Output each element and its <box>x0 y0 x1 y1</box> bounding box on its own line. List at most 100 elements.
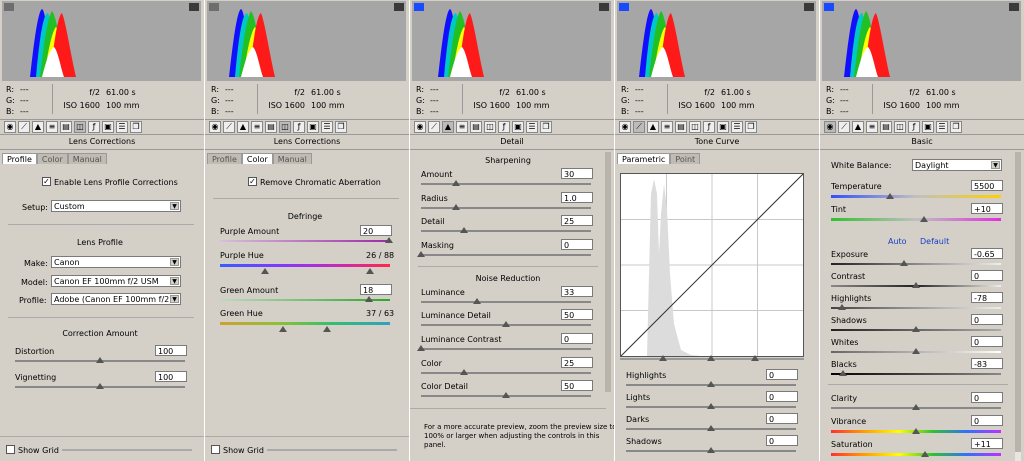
fx-icon[interactable]: ƒ <box>703 121 715 133</box>
slider-thumb[interactable] <box>460 369 468 375</box>
detail-icon[interactable]: ▲ <box>647 121 659 133</box>
camera-icon[interactable]: ◉ <box>824 121 836 133</box>
amount-slider[interactable] <box>421 183 591 185</box>
saturation-input[interactable]: +11 <box>971 438 1003 449</box>
luminance-input[interactable]: 33 <box>561 286 593 297</box>
grid-size-slider[interactable] <box>267 449 397 451</box>
purple-amount-slider[interactable] <box>220 240 390 242</box>
presets-icon[interactable]: ☰ <box>321 121 333 133</box>
tint-slider[interactable] <box>831 218 1001 221</box>
fx-icon[interactable]: ƒ <box>293 121 305 133</box>
tab-point[interactable]: Point <box>670 153 701 164</box>
color-slider[interactable] <box>421 372 591 374</box>
slider-thumb[interactable] <box>323 326 331 332</box>
split-toning-icon[interactable]: ▤ <box>470 121 482 133</box>
show-grid-checkbox[interactable] <box>6 445 15 454</box>
tone-curve-icon[interactable]: ⟋ <box>18 121 30 133</box>
shadows-input[interactable]: 0 <box>971 314 1003 325</box>
detail-icon[interactable]: ▲ <box>852 121 864 133</box>
clarity-input[interactable]: 0 <box>971 392 1003 403</box>
slider-thumb[interactable] <box>751 355 759 361</box>
hsl-icon[interactable]: ≡ <box>866 121 878 133</box>
whites-input[interactable]: 0 <box>971 336 1003 347</box>
split-toning-icon[interactable]: ▤ <box>60 121 72 133</box>
darks-input[interactable]: 0 <box>766 413 798 424</box>
slider-thumb[interactable] <box>912 282 920 288</box>
slider-thumb[interactable] <box>707 447 715 453</box>
slider-thumb[interactable] <box>502 321 510 327</box>
tab-manual[interactable]: Manual <box>272 153 312 164</box>
slider-thumb[interactable] <box>417 345 425 351</box>
amount-input[interactable]: 30 <box>561 168 593 179</box>
highlight-clipping-icon[interactable] <box>1009 3 1019 11</box>
luminance-slider[interactable] <box>421 301 591 303</box>
split-toning-icon[interactable]: ▤ <box>880 121 892 133</box>
hsl-icon[interactable]: ≡ <box>456 121 468 133</box>
shadow-clipping-icon[interactable] <box>619 3 629 11</box>
slider-thumb[interactable] <box>96 383 104 389</box>
model-select[interactable]: Canon EF 100mm f/2 USM ▼ <box>51 275 181 287</box>
slider-thumb[interactable] <box>707 381 715 387</box>
tab-profile[interactable]: Profile <box>2 153 37 164</box>
purple-hue-slider[interactable] <box>220 264 390 267</box>
masking-input[interactable]: 0 <box>561 239 593 250</box>
default-link[interactable]: Default <box>920 237 949 246</box>
tab-manual[interactable]: Manual <box>67 153 107 164</box>
fx-icon[interactable]: ƒ <box>908 121 920 133</box>
make-select[interactable]: Canon ▼ <box>51 256 181 268</box>
hsl-icon[interactable]: ≡ <box>251 121 263 133</box>
masking-slider[interactable] <box>421 254 591 256</box>
luminance-contrast-input[interactable]: 0 <box>561 333 593 344</box>
detail-icon[interactable]: ▲ <box>442 121 454 133</box>
color-detail-input[interactable]: 50 <box>561 380 593 391</box>
slider-thumb[interactable] <box>707 355 715 361</box>
highlights-slider[interactable] <box>831 307 1001 309</box>
camera-icon[interactable]: ◉ <box>4 121 16 133</box>
split-toning-icon[interactable]: ▤ <box>675 121 687 133</box>
grid-size-slider[interactable] <box>62 449 192 451</box>
tone-curve-icon[interactable]: ⟋ <box>633 121 645 133</box>
snapshots-icon[interactable]: ❐ <box>950 121 962 133</box>
tab-profile[interactable]: Profile <box>207 153 242 164</box>
luminance-detail-input[interactable]: 50 <box>561 309 593 320</box>
detail-icon[interactable]: ▲ <box>32 121 44 133</box>
tab-color[interactable]: Color <box>36 153 68 164</box>
slider-thumb[interactable] <box>707 403 715 409</box>
highlight-clipping-icon[interactable] <box>189 3 199 11</box>
shadows-input[interactable]: 0 <box>766 435 798 446</box>
presets-icon[interactable]: ☰ <box>526 121 538 133</box>
distortion-input[interactable]: 100 <box>155 345 187 356</box>
slider-thumb[interactable] <box>460 227 468 233</box>
camera-calibration-icon[interactable]: ▣ <box>922 121 934 133</box>
camera-icon[interactable]: ◉ <box>414 121 426 133</box>
slider-thumb[interactable] <box>261 268 269 274</box>
lens-corrections-icon[interactable]: ◫ <box>894 121 906 133</box>
slider-thumb[interactable] <box>912 404 920 410</box>
snapshots-icon[interactable]: ❐ <box>335 121 347 133</box>
radius-slider[interactable] <box>421 207 591 209</box>
slider-thumb[interactable] <box>886 193 894 199</box>
fx-icon[interactable]: ƒ <box>88 121 100 133</box>
slider-thumb[interactable] <box>279 326 287 332</box>
exposure-input[interactable]: -0.65 <box>971 248 1003 259</box>
slider-thumb[interactable] <box>659 355 667 361</box>
saturation-slider[interactable] <box>831 453 1001 456</box>
slider-thumb[interactable] <box>452 180 460 186</box>
slider-thumb[interactable] <box>385 237 393 243</box>
green-amount-input[interactable]: 18 <box>360 284 392 295</box>
tone-curve-icon[interactable]: ⟋ <box>428 121 440 133</box>
presets-icon[interactable]: ☰ <box>936 121 948 133</box>
tint-input[interactable]: +10 <box>971 203 1003 214</box>
slider-thumb[interactable] <box>912 348 920 354</box>
remove-ca-checkbox[interactable]: ✓ <box>248 177 257 186</box>
show-grid-checkbox[interactable] <box>211 445 220 454</box>
enable-profile-checkbox[interactable]: ✓ <box>42 177 51 186</box>
blacks-input[interactable]: -83 <box>971 358 1003 369</box>
highlights-input[interactable]: -78 <box>971 292 1003 303</box>
slider-thumb[interactable] <box>838 304 846 310</box>
slider-thumb[interactable] <box>452 204 460 210</box>
contrast-input[interactable]: 0 <box>971 270 1003 281</box>
split-toning-icon[interactable]: ▤ <box>265 121 277 133</box>
color-input[interactable]: 25 <box>561 357 593 368</box>
hsl-icon[interactable]: ≡ <box>661 121 673 133</box>
